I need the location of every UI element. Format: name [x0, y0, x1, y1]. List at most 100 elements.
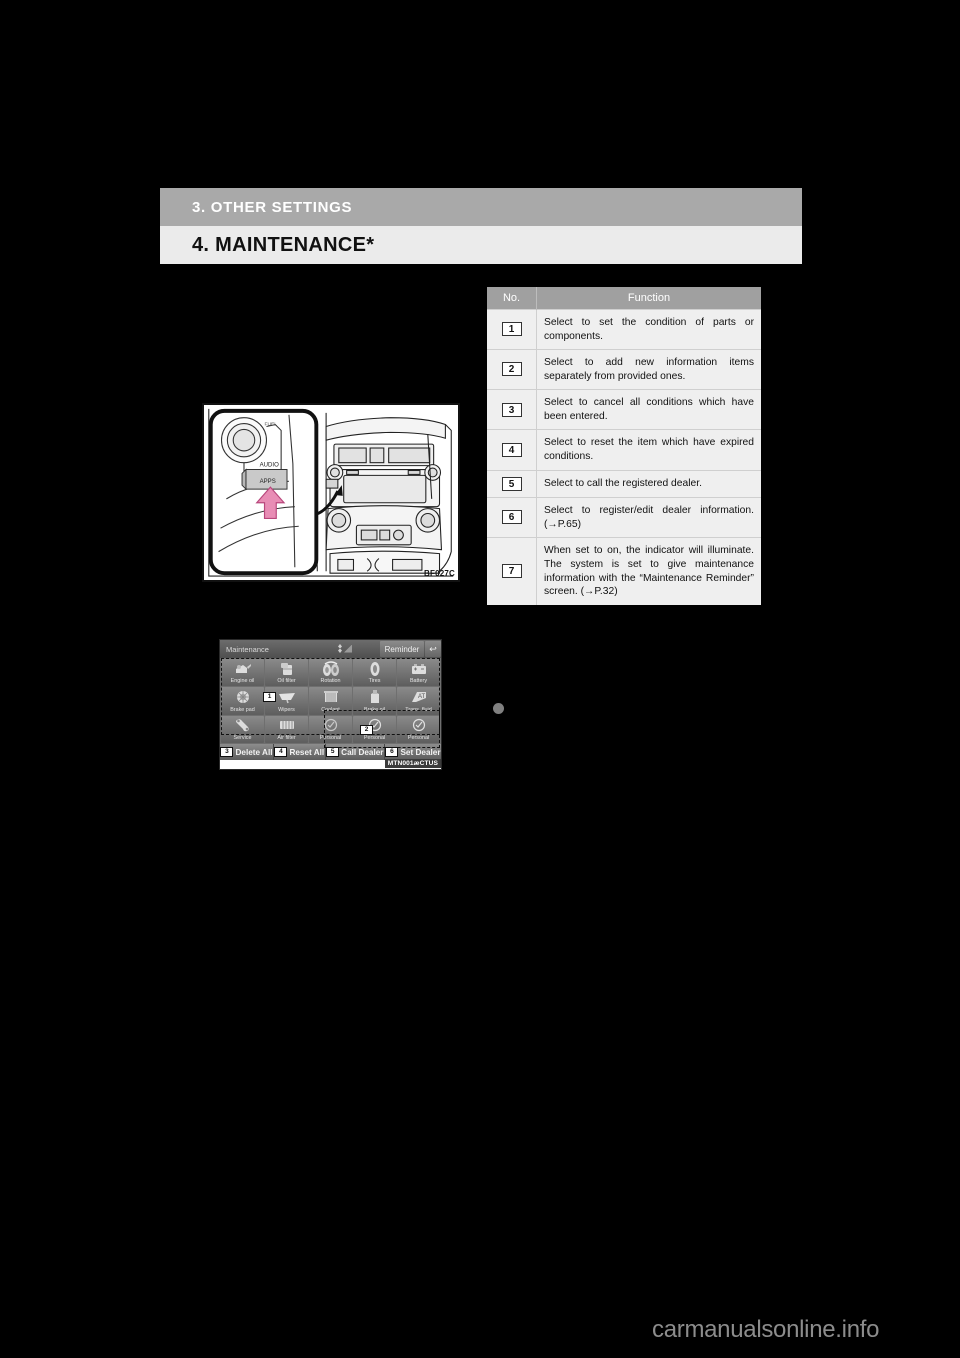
grid-item-tires[interactable]: Tires	[353, 659, 396, 687]
dashboard-illustration: FUEL AUDIO APPS BF027C	[202, 403, 460, 582]
screen-footer: MTN001æCTUS	[220, 759, 441, 769]
grid-item-label: Oil filter	[277, 678, 296, 685]
status-icons	[338, 644, 352, 653]
call-dealer-button[interactable]: 5 Call Dealer	[326, 744, 385, 760]
number-badge: 7	[501, 564, 522, 579]
row-function-cell: Select to add new information items sepa…	[536, 349, 761, 390]
grid-item-label: Engine oil	[230, 678, 255, 685]
screen-title-bar: Maintenance 7 Reminder ↩	[220, 640, 441, 658]
row-function-cell: Select to set the condition of parts or …	[536, 308, 761, 350]
table-header-row: No. Function	[487, 287, 761, 310]
row-number-cell: 2	[487, 349, 537, 390]
grid-item-label: Service	[233, 735, 252, 741]
table-row: 3 Select to cancel all conditions which …	[487, 389, 761, 430]
grid-item-label: Air filter	[277, 735, 296, 741]
tire-rotation-icon	[309, 659, 352, 678]
signal-icon	[344, 644, 352, 653]
grid-item-air-filter[interactable]: Air filter	[265, 715, 308, 743]
call-dealer-label: Call Dealer	[341, 747, 384, 757]
maintenance-screen-mockup: Maintenance 7 Reminder ↩ Engine oil Oil …	[219, 639, 442, 770]
grid-item-engine-oil[interactable]: Engine oil	[221, 659, 264, 687]
grid-item-trans-fluid[interactable]: AT Trans. fluid	[397, 687, 440, 715]
oil-can-icon	[221, 659, 264, 678]
grid-item-service[interactable]: Service	[221, 715, 264, 743]
delete-all-button[interactable]: 3 Delete All	[220, 744, 274, 760]
grid-item-coolant[interactable]: Coolant	[309, 687, 352, 715]
table-row: 1 Select to set the condition of parts o…	[487, 308, 761, 350]
function-table: No. Function 1 Select to set the conditi…	[487, 287, 761, 605]
table-row: 6 Select to register/edit dealer informa…	[487, 497, 761, 538]
oil-filter-icon	[265, 659, 308, 678]
back-button[interactable]: ↩	[425, 641, 441, 657]
callout-personal-items: 2	[360, 725, 373, 735]
callout-reset-all: 4	[274, 747, 288, 757]
brake-oil-icon	[353, 687, 396, 706]
brake-pad-icon	[221, 687, 264, 706]
reset-all-label: Reset All	[289, 747, 325, 757]
grid-item-label: Personal	[407, 735, 430, 741]
grid-item-label: Personal	[319, 735, 342, 741]
grid-item-brake-oil[interactable]: Brake oil	[353, 687, 396, 715]
row-number-cell: 7	[487, 537, 537, 605]
screen-title: Maintenance	[226, 644, 269, 654]
section-header-bar: 4. MAINTENANCE*	[160, 226, 802, 264]
grid-item-battery[interactable]: Battery	[397, 659, 440, 687]
section-bullet-marker	[493, 703, 504, 714]
wrench-icon	[221, 716, 264, 735]
battery-icon	[397, 659, 440, 678]
grid-item-label: Coolant	[321, 706, 340, 713]
number-badge: 4	[501, 442, 522, 457]
grid-item-brake-pad[interactable]: Brake pad	[221, 687, 264, 715]
air-filter-icon	[265, 716, 308, 735]
set-dealer-button[interactable]: 6 Set Dealer	[385, 744, 441, 760]
row-number-cell: 6	[487, 497, 537, 538]
site-watermark: carmanualsonline.info	[652, 1316, 880, 1343]
callout-provided-items: 1	[263, 692, 276, 702]
callout-delete-all: 3	[220, 747, 234, 757]
tire-icon	[353, 659, 396, 678]
set-dealer-label: Set Dealer	[400, 747, 441, 757]
number-badge: 3	[501, 402, 522, 417]
number-badge: 6	[501, 510, 522, 525]
table-row: 7 When set to on, the indicator will ill…	[487, 537, 761, 605]
row-function-cell: Select to register/edit dealer informati…	[536, 497, 761, 538]
screen-bottom-buttons: 3 Delete All 4 Reset All 5 Call Dealer 6…	[220, 744, 441, 760]
grid-item-oil-filter[interactable]: Oil filter	[265, 659, 308, 687]
table-row: 4 Select to reset the item which have ex…	[487, 429, 761, 471]
number-badge: 1	[501, 322, 522, 337]
grid-item-label: Personal	[363, 735, 386, 741]
personal-check-icon	[309, 716, 352, 735]
grid-item-personal-3[interactable]: Personal	[397, 715, 440, 743]
column-header-function: Function	[536, 287, 761, 310]
apps-label: APPS	[260, 479, 276, 485]
chapter-title: 3. OTHER SETTINGS	[192, 198, 353, 216]
grid-item-label: Tires	[368, 678, 381, 685]
grid-item-label: Wipers	[278, 706, 295, 713]
callout-call-dealer: 5	[326, 747, 340, 757]
grid-item-rotation[interactable]: Rotation	[309, 659, 352, 687]
personal-check-icon	[397, 716, 440, 735]
chapter-header-bar: 3. OTHER SETTINGS	[160, 188, 802, 226]
row-function-cell: When set to on, the indicator will illum…	[536, 537, 761, 605]
row-number-cell: 4	[487, 429, 537, 471]
bluetooth-icon	[338, 644, 342, 653]
row-function-cell: Select to cancel all conditions which ha…	[536, 389, 761, 430]
reset-all-button[interactable]: 4 Reset All	[274, 744, 326, 760]
grid-item-personal-1[interactable]: Personal	[309, 715, 352, 743]
row-number-cell: 5	[487, 469, 537, 498]
radiator-icon	[309, 687, 352, 706]
screen-figure-code: MTN001æCTUS	[384, 759, 441, 768]
row-function-cell: Select to reset the item which have expi…	[536, 429, 761, 471]
grid-item-label: Brake oil	[364, 706, 385, 713]
grid-item-label: Rotation	[320, 678, 341, 685]
reminder-button[interactable]: Reminder	[380, 641, 424, 657]
number-badge: 5	[501, 476, 522, 491]
row-number-cell: 1	[487, 308, 537, 350]
grid-item-label: Battery	[409, 678, 428, 685]
table-row: 5 Select to call the registered dealer.	[487, 469, 761, 498]
row-function-cell: Select to call the registered dealer.	[536, 469, 761, 498]
audio-label: AUDIO	[260, 463, 279, 469]
delete-all-label: Delete All	[235, 747, 273, 757]
page-title: 4. MAINTENANCE*	[192, 233, 375, 256]
row-number-cell: 3	[487, 389, 537, 430]
